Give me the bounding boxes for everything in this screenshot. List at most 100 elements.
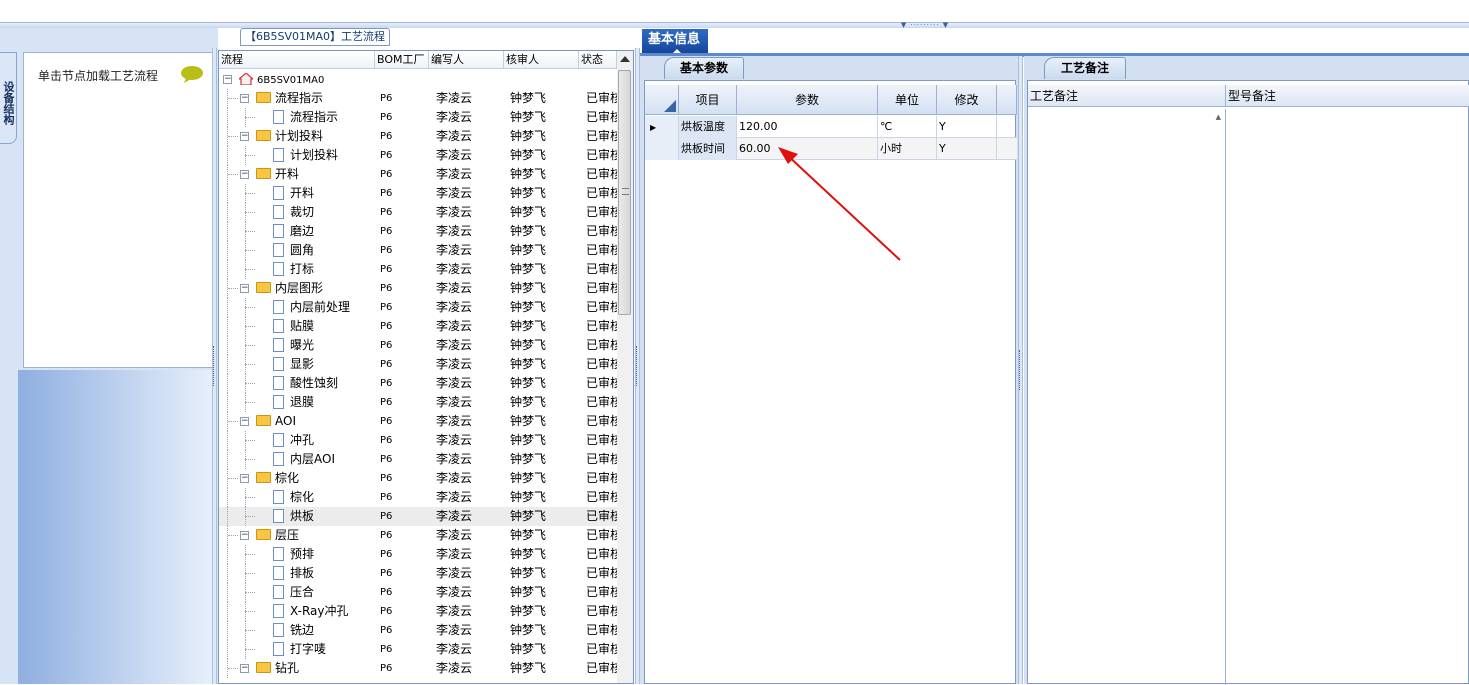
tree-cell-status: 已审核 (586, 205, 617, 219)
process-flow-tree[interactable]: 流程 BOM工厂 编写人 核审人 状态 −6B5SV01MA0− 流程指示 P6 李凌… (218, 50, 634, 684)
tree-cell-bom: P6 (380, 625, 393, 636)
tree-row[interactable]: − 6B5SV01MA0 (219, 70, 617, 89)
tree-row[interactable]: 排板 P6 李凌云 钟梦飞 已审核 (219, 564, 617, 583)
tree-row[interactable]: 棕化 P6 李凌云 钟梦飞 已审核 (219, 488, 617, 507)
device-structure-tab[interactable]: 设备结构 (0, 52, 17, 144)
collapse-toggle-icon[interactable]: − (240, 417, 249, 426)
column-header-bom-factory[interactable]: BOM工厂 (375, 51, 429, 69)
grid-cell-modify[interactable]: Y (937, 138, 997, 160)
tree-row[interactable]: − 钻孔 P6 李凌云 钟梦飞 已审核 (219, 659, 617, 678)
tree-cell-bom: P6 (380, 663, 393, 674)
grid-row[interactable]: ▶ 烘板温度 120.00 ℃ Y (645, 116, 1017, 138)
tree-row[interactable]: 冲孔 P6 李凌云 钟梦飞 已审核 (219, 431, 617, 450)
tree-row[interactable]: 压合 P6 李凌云 钟梦飞 已审核 (219, 583, 617, 602)
tree-row[interactable]: − 流程指示 P6 李凌云 钟梦飞 已审核 (219, 89, 617, 108)
column-header-status[interactable]: 状态 (579, 51, 617, 69)
tree-cell-reviewer: 钟梦飞 (510, 604, 547, 618)
grid-cell-param[interactable]: 120.00 (737, 116, 878, 138)
tree-row[interactable]: 打标 P6 李凌云 钟梦飞 已审核 (219, 260, 617, 279)
grid-header-param[interactable]: 参数 (737, 85, 878, 115)
tree-cell-reviewer: 钟梦飞 (510, 547, 547, 561)
collapse-toggle-icon[interactable]: − (240, 474, 249, 483)
tree-row[interactable]: 曝光 P6 李凌云 钟梦飞 已审核 (219, 336, 617, 355)
tree-node[interactable]: 内层图形 (256, 279, 396, 298)
collapse-toggle-icon[interactable]: − (240, 664, 249, 673)
top-splitter-grip-icon[interactable]: ▼ ········· ▼ (890, 22, 960, 29)
collapse-toggle-icon[interactable]: − (240, 284, 249, 293)
tab-basic-info[interactable]: 基本信息 (642, 29, 708, 54)
tree-node[interactable]: 棕化 (256, 469, 396, 488)
collapse-toggle-icon[interactable]: − (223, 75, 232, 84)
grid-header-modify[interactable]: 修改 (937, 85, 997, 115)
tree-row[interactable]: − 层压 P6 李凌云 钟梦飞 已审核 (219, 526, 617, 545)
column-header-author[interactable]: 编写人 (429, 51, 504, 69)
tree-cell-status: 已审核 (586, 433, 617, 447)
tree-row[interactable]: 内层AOI P6 李凌云 钟梦飞 已审核 (219, 450, 617, 469)
tree-node-label: 流程指示 (275, 91, 324, 105)
grid-cell-unit[interactable]: ℃ (878, 116, 937, 138)
model-notes-textarea[interactable] (1226, 109, 1469, 685)
tree-row[interactable]: − 计划投料 P6 李凌云 钟梦飞 已审核 (219, 127, 617, 146)
notes-scroll-up-icon[interactable]: ▲ (1216, 113, 1221, 121)
row-indicator[interactable]: ▶ (645, 116, 679, 138)
tree-cell-reviewer: 钟梦飞 (510, 224, 547, 238)
tree-node-label: 曝光 (290, 338, 315, 352)
notes-header-model[interactable]: 型号备注 (1226, 85, 1469, 107)
row-indicator[interactable] (645, 138, 679, 160)
device-tree-area[interactable]: 单击节点加载工艺流程 (23, 52, 213, 368)
tree-node[interactable]: AOI (256, 412, 396, 431)
column-header-flow[interactable]: 流程 (219, 51, 375, 69)
column-header-reviewer[interactable]: 核审人 (504, 51, 579, 69)
tree-scrollbar[interactable] (617, 51, 633, 683)
tree-row[interactable]: 烘板 P6 李凌云 钟梦飞 已审核 (219, 507, 617, 526)
process-notes-textarea[interactable]: ▲ (1028, 109, 1226, 685)
tree-cell-reviewer: 钟梦飞 (510, 129, 547, 143)
tree-row[interactable]: 圆角 P6 李凌云 钟梦飞 已审核 (219, 241, 617, 260)
collapse-toggle-icon[interactable]: − (240, 531, 249, 540)
left-splitter[interactable] (212, 48, 217, 684)
right-splitter[interactable] (1018, 56, 1023, 684)
tree-row[interactable]: 裁切 P6 李凌云 钟梦飞 已审核 (219, 203, 617, 222)
tree-row[interactable]: 显影 P6 李凌云 钟梦飞 已审核 (219, 355, 617, 374)
tree-row[interactable]: 计划投料 P6 李凌云 钟梦飞 已审核 (219, 146, 617, 165)
tree-node[interactable]: 层压 (256, 526, 396, 545)
tree-row[interactable]: 内层前处理 P6 李凌云 钟梦飞 已审核 (219, 298, 617, 317)
process-notes-grid[interactable]: 工艺备注 型号备注 ▲ (1027, 80, 1469, 685)
tree-row[interactable]: − 棕化 P6 李凌云 钟梦飞 已审核 (219, 469, 617, 488)
tree-cell-author: 李凌云 (436, 300, 473, 314)
tree-node[interactable]: 钻孔 (256, 659, 396, 678)
tab-process-notes[interactable]: 工艺备注 (1044, 57, 1126, 79)
top-splitter[interactable] (0, 22, 1469, 28)
tree-row[interactable]: − 开料 P6 李凌云 钟梦飞 已审核 (219, 165, 617, 184)
tree-row[interactable]: − AOI P6 李凌云 钟梦飞 已审核 (219, 412, 617, 431)
grid-corner[interactable] (645, 85, 679, 115)
collapse-toggle-icon[interactable]: − (240, 94, 249, 103)
scroll-thumb[interactable] (618, 70, 631, 315)
collapse-toggle-icon[interactable]: − (240, 132, 249, 141)
tree-cell-bom: P6 (380, 245, 393, 256)
tree-node[interactable]: 计划投料 (256, 127, 396, 146)
grid-header-unit[interactable]: 单位 (878, 85, 937, 115)
speech-bubble-icon (181, 66, 203, 83)
tree-row[interactable]: 预排 P6 李凌云 钟梦飞 已审核 (219, 545, 617, 564)
scroll-up-icon[interactable] (620, 56, 630, 62)
tree-row[interactable]: 流程指示 P6 李凌云 钟梦飞 已审核 (219, 108, 617, 127)
notes-header-process[interactable]: 工艺备注 (1028, 85, 1226, 107)
tree-row[interactable]: 开料 P6 李凌云 钟梦飞 已审核 (219, 184, 617, 203)
tree-row[interactable]: 贴膜 P6 李凌云 钟梦飞 已审核 (219, 317, 617, 336)
collapse-toggle-icon[interactable]: − (240, 170, 249, 179)
tab-basic-params[interactable]: 基本参数 (664, 57, 744, 79)
tree-row[interactable]: 磨边 P6 李凌云 钟梦飞 已审核 (219, 222, 617, 241)
grid-header-item[interactable]: 项目 (679, 85, 737, 115)
tree-row[interactable]: 酸性蚀刻 P6 李凌云 钟梦飞 已审核 (219, 374, 617, 393)
grid-cell-modify[interactable]: Y (937, 116, 997, 138)
tree-row[interactable]: 退膜 P6 李凌云 钟梦飞 已审核 (219, 393, 617, 412)
tree-row[interactable]: 铣边 P6 李凌云 钟梦飞 已审核 (219, 621, 617, 640)
tree-cell-status: 已审核 (586, 338, 617, 352)
tree-node[interactable]: 开料 (256, 165, 396, 184)
tree-row[interactable]: − 内层图形 P6 李凌云 钟梦飞 已审核 (219, 279, 617, 298)
tree-node[interactable]: 6B5SV01MA0 (239, 70, 379, 90)
tree-row[interactable]: X-Ray冲孔 P6 李凌云 钟梦飞 已审核 (219, 602, 617, 621)
tree-row[interactable]: 打字唛 P6 李凌云 钟梦飞 已审核 (219, 640, 617, 659)
tree-node[interactable]: 流程指示 (256, 89, 396, 108)
